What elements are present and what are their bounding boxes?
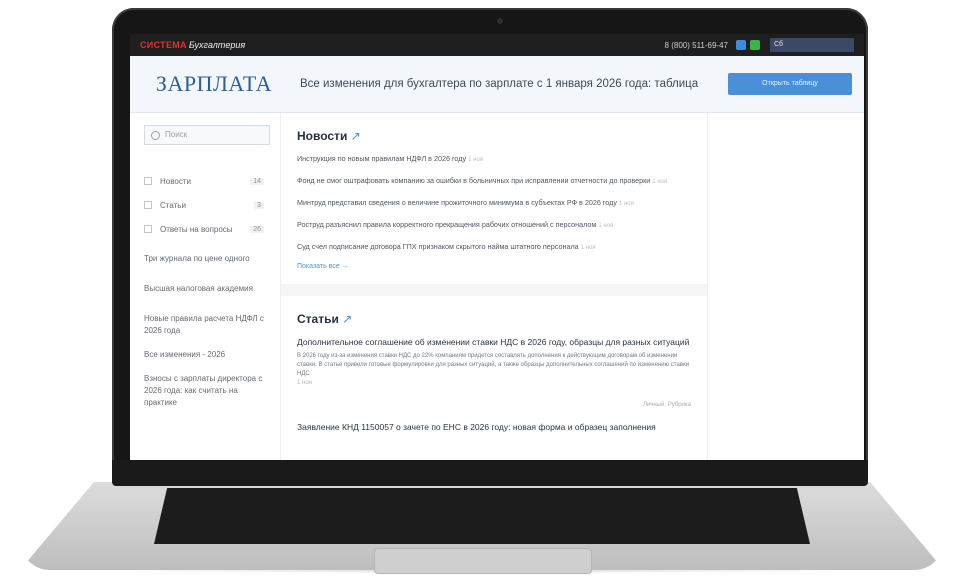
sidebar-item-answers[interactable]: Ответы на вопросы 26 xyxy=(144,217,280,241)
news-item-date: 1 ноя xyxy=(580,245,596,251)
news-item-date: 1 ноя xyxy=(468,157,483,163)
open-table-button[interactable]: Открыть таблицу xyxy=(728,73,852,95)
section-brand[interactable]: ЗАРПЛАТА xyxy=(130,71,298,97)
sidebar-item-count: 3 xyxy=(254,201,264,209)
news-item-date: 1 ноя xyxy=(652,179,668,185)
show-all-news-link[interactable]: Показать все → xyxy=(297,263,691,270)
news-item-text: Суд счел подписание договора ГПХ признак… xyxy=(297,242,579,251)
sidebar: Поиск Новости 14 Статьи 3 Ответы на вопр… xyxy=(130,113,280,460)
articles-title-text: Статьи xyxy=(297,312,339,326)
right-column xyxy=(708,113,864,460)
news-title-text: Новости xyxy=(297,129,348,143)
laptop-keyboard xyxy=(154,488,810,544)
sidebar-item-articles[interactable]: Статьи 3 xyxy=(144,193,280,217)
phone-number[interactable]: 8 (800) 511-69-47 xyxy=(665,41,728,50)
article-title-second[interactable]: Заявление КНД 1150057 о зачете по ЕНС в … xyxy=(297,422,691,432)
sidebar-nav: Новости 14 Статьи 3 Ответы на вопросы 26 xyxy=(144,169,280,241)
sidebar-item-label: Ответы на вопросы xyxy=(160,224,233,234)
camera-icon xyxy=(497,18,503,24)
section-divider xyxy=(281,284,707,296)
header-headline[interactable]: Все изменения для бухгалтера по зарплате… xyxy=(298,77,728,92)
news-item-text: Фонд не смог оштрафовать компанию за оши… xyxy=(297,176,651,185)
article-title[interactable]: Дополнительное соглашение об изменении с… xyxy=(297,336,691,348)
answers-icon xyxy=(144,225,152,233)
articles-icon xyxy=(144,201,152,209)
articles-section-title[interactable]: Статьи ↗ xyxy=(297,312,691,326)
news-item[interactable]: Роструд разъяснил правила корректного пр… xyxy=(297,219,691,232)
news-item[interactable]: Инструкция по новым правилам НДФЛ в 2026… xyxy=(297,153,691,166)
news-item[interactable]: Суд счел подписание договора ГПХ признак… xyxy=(297,241,691,254)
news-item[interactable]: Минтруд представил сведения о величине п… xyxy=(297,197,691,210)
telegram-icon[interactable] xyxy=(736,40,746,50)
sidebar-link-contributions[interactable]: Взносы с зарплаты директора с 2026 года:… xyxy=(144,373,270,409)
site-topbar: СИСТЕМА Бухгалтерия 8 (800) 511-69-47 Сб xyxy=(130,34,864,56)
top-search-input[interactable]: Сб xyxy=(770,38,854,52)
page-header: ЗАРПЛАТА Все изменения для бухгалтера по… xyxy=(130,56,864,113)
sidebar-search-input[interactable]: Поиск xyxy=(144,125,270,145)
arrow-up-right-icon: ↗ xyxy=(350,129,361,143)
news-item-text: Минтруд представил сведения о величине п… xyxy=(297,198,617,207)
news-item-date: 1 ноя xyxy=(598,223,614,229)
arrow-up-right-icon: ↗ xyxy=(342,312,353,326)
news-icon xyxy=(144,177,152,185)
search-icon xyxy=(151,130,160,140)
sidebar-item-count: 26 xyxy=(250,225,264,233)
laptop-trackpad xyxy=(374,548,592,574)
page-body: Поиск Новости 14 Статьи 3 Ответы на вопр… xyxy=(130,113,864,460)
laptop-screen: СИСТЕМА Бухгалтерия 8 (800) 511-69-47 Сб… xyxy=(130,34,864,460)
news-item-text: Роструд разъяснил правила корректного пр… xyxy=(297,220,597,229)
article-meta: Личный, Рубрика xyxy=(642,402,691,408)
article-date: 1 ноя xyxy=(297,380,312,386)
sidebar-item-label: Новости xyxy=(160,176,191,186)
sidebar-link-journals[interactable]: Три журнала по цене одного xyxy=(144,253,270,265)
news-item-date: 1 ноя xyxy=(618,201,634,207)
whatsapp-icon[interactable] xyxy=(750,40,760,50)
sidebar-item-news[interactable]: Новости 14 xyxy=(144,169,280,193)
news-item[interactable]: Фонд не смог оштрафовать компанию за оши… xyxy=(297,175,691,188)
sidebar-item-count: 14 xyxy=(250,177,264,185)
laptop-bezel-bottom xyxy=(112,460,868,486)
main-content: Новости ↗ Инструкция по новым правилам Н… xyxy=(280,113,708,460)
sidebar-link-academy[interactable]: Высшая налоговая академия xyxy=(144,283,270,295)
article-excerpt: В 2026 году из-за изменения ставки НДС д… xyxy=(297,353,689,377)
news-item-text: Инструкция по новым правилам НДФЛ в 2026… xyxy=(297,154,467,163)
site-logo[interactable]: СИСТЕМА xyxy=(140,40,187,50)
sidebar-link-ndfl[interactable]: Новые правила расчета НДФЛ с 2026 года xyxy=(144,313,270,337)
site-logo-subtitle[interactable]: Бухгалтерия xyxy=(189,40,245,50)
sidebar-search-placeholder: Поиск xyxy=(165,130,188,139)
sidebar-item-label: Статьи xyxy=(160,200,186,210)
sidebar-link-changes[interactable]: Все изменения - 2026 xyxy=(144,349,270,361)
news-section-title[interactable]: Новости ↗ xyxy=(297,129,691,143)
